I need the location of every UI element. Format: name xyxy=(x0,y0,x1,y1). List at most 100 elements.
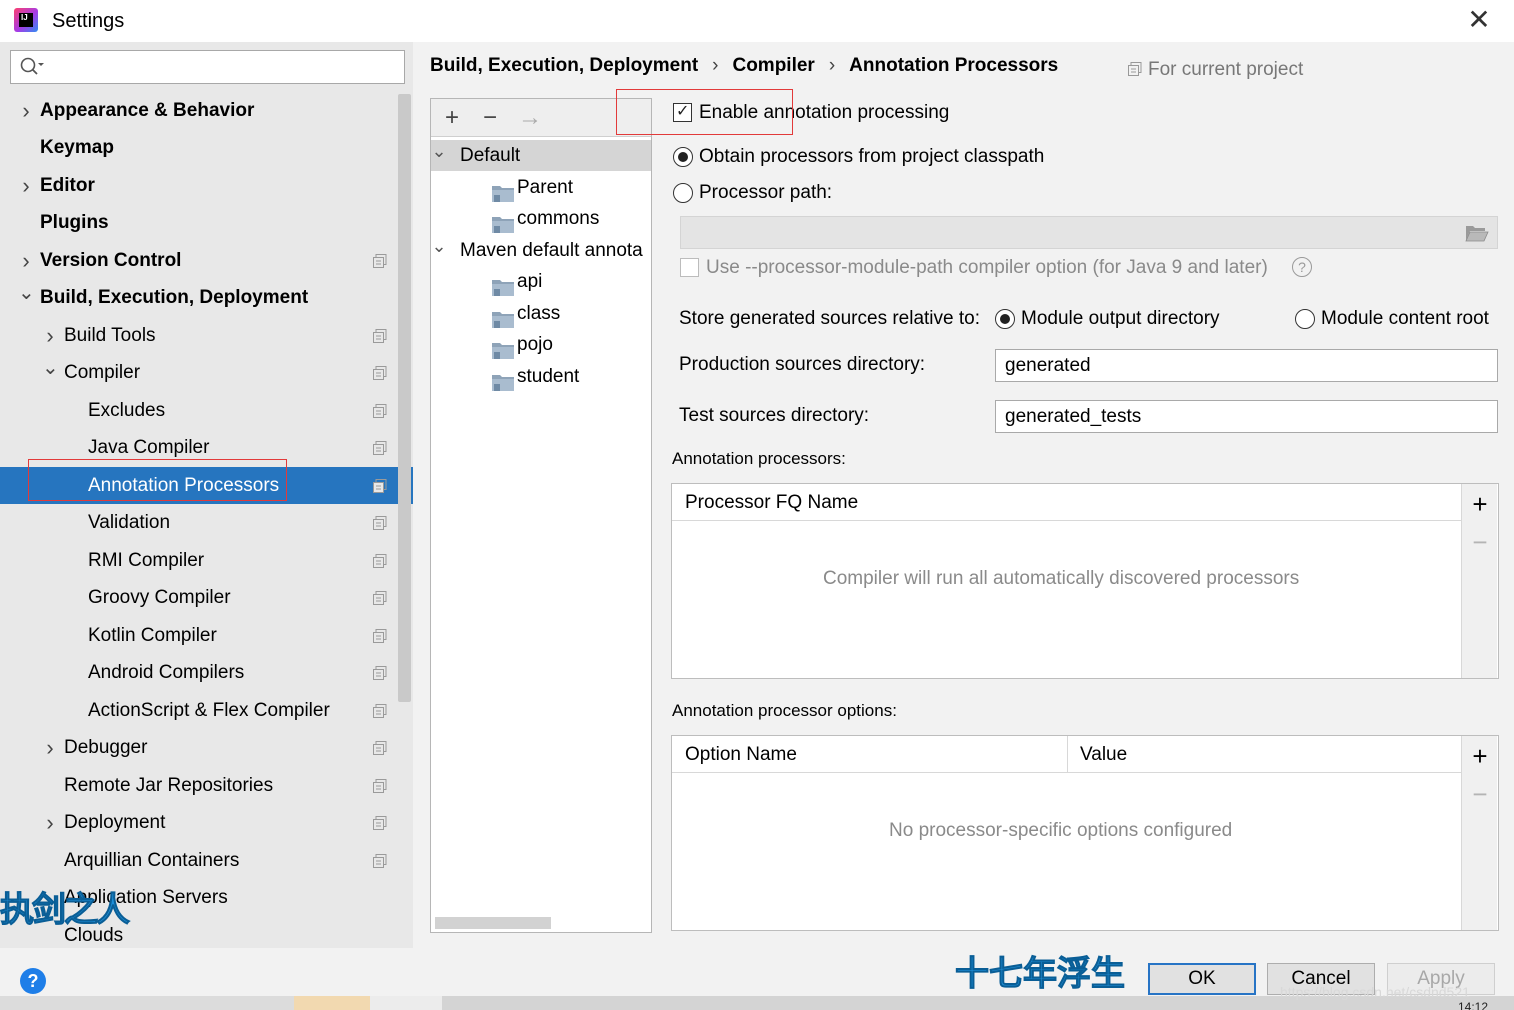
profiles-panel: + − → ⌄ Default Parent commons ⌄ Maven defaul… xyxy=(430,98,652,933)
sidebar-item-label: Android Compilers xyxy=(88,662,245,683)
remove-profile-button[interactable]: − xyxy=(475,103,505,133)
project-scope-icon xyxy=(373,329,387,343)
project-scope-icon xyxy=(373,479,387,493)
sidebar-item[interactable]: Keymap xyxy=(0,129,413,166)
test-sources-label: Test sources directory: xyxy=(679,405,870,426)
sidebar-item[interactable]: Remote Jar Repositories xyxy=(0,767,413,804)
chevron-right-icon[interactable]: › xyxy=(18,242,34,279)
profile-tree-module[interactable]: student xyxy=(431,361,651,392)
sidebar-item[interactable]: ActionScript & Flex Compiler xyxy=(0,692,413,729)
sidebar-item[interactable]: Android Compilers xyxy=(0,654,413,691)
profile-tree-module[interactable]: class xyxy=(431,298,651,329)
sidebar-item-label: Kotlin Compiler xyxy=(88,625,217,646)
breadcrumb-item[interactable]: Compiler xyxy=(732,55,814,77)
module-folder-icon xyxy=(492,212,514,233)
profile-tree-module[interactable]: pojo xyxy=(431,329,651,360)
profile-tree-module[interactable]: api xyxy=(431,266,651,297)
sidebar-item[interactable]: Excludes xyxy=(0,392,413,429)
help-icon[interactable]: ? xyxy=(1292,257,1312,277)
profile-tree-group[interactable]: ⌄ Maven default annota xyxy=(431,235,651,266)
column-header-processor-fq-name[interactable]: Processor FQ Name xyxy=(685,484,858,521)
sidebar-item[interactable]: Validation xyxy=(0,504,413,541)
production-sources-input[interactable]: generated xyxy=(995,349,1498,382)
column-header-value[interactable]: Value xyxy=(1067,736,1127,773)
column-header-option-name[interactable]: Option Name xyxy=(685,736,797,773)
profile-tree-group[interactable]: ⌄ Default xyxy=(431,140,651,171)
add-option-button[interactable]: + xyxy=(1462,741,1498,771)
sidebar-item-label: Validation xyxy=(88,512,171,533)
sidebar-item[interactable]: › Editor xyxy=(0,167,413,204)
chevron-right-icon[interactable]: › xyxy=(42,804,58,841)
highlight-box-annotation-processors xyxy=(28,459,287,501)
sidebar-item[interactable]: ⌄ Build, Execution, Deployment xyxy=(0,279,413,316)
chevron-down-icon[interactable]: ⌄ xyxy=(431,235,447,257)
sidebar-item-label: RMI Compiler xyxy=(88,550,205,571)
module-output-directory-radio[interactable] xyxy=(995,309,1015,329)
watermark-url: https://blog.csdn.net/csdnd521 xyxy=(1280,984,1470,1000)
chevron-right-icon[interactable]: › xyxy=(42,729,58,766)
window-title: Settings xyxy=(52,10,125,32)
sidebar-item[interactable]: Arquillian Containers xyxy=(0,842,413,879)
obtain-from-classpath-radio[interactable] xyxy=(673,147,693,167)
chevron-right-icon[interactable]: › xyxy=(42,317,58,354)
sidebar-item-label: Plugins xyxy=(40,212,109,233)
module-output-directory-label: Module output directory xyxy=(1021,308,1220,329)
sidebar-item[interactable]: Plugins xyxy=(0,204,413,241)
chevron-right-icon[interactable]: › xyxy=(18,92,34,129)
project-scope-icon xyxy=(373,666,387,680)
tree-horizontal-scrollbar[interactable] xyxy=(435,917,551,929)
sidebar-item[interactable]: Kotlin Compiler xyxy=(0,617,413,654)
remove-option-button[interactable]: − xyxy=(1462,779,1498,809)
processor-options-title: Annotation processor options: xyxy=(672,701,897,720)
sidebar-item[interactable]: › Version Control xyxy=(0,242,413,279)
sidebar-item[interactable]: › Appearance & Behavior xyxy=(0,92,413,129)
sidebar-item[interactable]: › Build Tools xyxy=(0,317,413,354)
move-to-profile-button[interactable]: → xyxy=(515,103,545,133)
sidebar-item-label: Appearance & Behavior xyxy=(40,100,255,121)
module-folder-icon xyxy=(492,338,514,359)
project-scope-icon xyxy=(373,591,387,605)
remove-processor-button[interactable]: − xyxy=(1462,527,1498,557)
chevron-right-icon[interactable]: › xyxy=(18,167,34,204)
project-scope-icon xyxy=(373,554,387,568)
chevron-down-icon[interactable]: ⌄ xyxy=(18,279,35,307)
sidebar-item-label: ActionScript & Flex Compiler xyxy=(88,700,330,721)
folder-open-icon[interactable] xyxy=(1465,224,1489,242)
processors-empty-text: Compiler will run all automatically disc… xyxy=(823,568,1300,589)
scope-hint-label: For current project xyxy=(1148,59,1304,80)
chevron-down-icon[interactable]: ⌄ xyxy=(42,354,59,382)
help-button[interactable]: ? xyxy=(20,968,46,994)
sidebar-item[interactable]: › Debugger xyxy=(0,729,413,766)
taskbar-item[interactable] xyxy=(370,996,442,1010)
processor-path-input[interactable] xyxy=(680,216,1498,249)
sidebar-item-label: Keymap xyxy=(40,137,114,158)
radio-dot xyxy=(677,151,688,162)
processor-module-path-checkbox[interactable] xyxy=(680,258,699,277)
add-processor-button[interactable]: + xyxy=(1462,489,1498,519)
chevron-down-icon[interactable]: ⌄ xyxy=(431,140,447,162)
sidebar-item-label: Groovy Compiler xyxy=(88,587,231,608)
sidebar-item[interactable]: Groovy Compiler xyxy=(0,579,413,616)
project-scope-icon xyxy=(373,629,387,643)
add-profile-button[interactable]: + xyxy=(437,103,467,133)
profile-tree-module[interactable]: commons xyxy=(431,203,651,234)
production-sources-label: Production sources directory: xyxy=(679,354,926,375)
sidebar-item[interactable]: RMI Compiler xyxy=(0,542,413,579)
breadcrumb-item: Annotation Processors xyxy=(849,55,1059,76)
test-sources-input[interactable]: generated_tests xyxy=(995,400,1498,433)
module-content-root-radio[interactable] xyxy=(1295,309,1315,329)
breadcrumb-item[interactable]: Build, Execution, Deployment xyxy=(430,55,698,77)
sidebar-item[interactable]: › Deployment xyxy=(0,804,413,841)
profile-tree-module[interactable]: Parent xyxy=(431,172,651,203)
search-input[interactable] xyxy=(10,50,405,84)
project-scope-icon xyxy=(373,404,387,418)
ok-button[interactable]: OK xyxy=(1148,963,1256,995)
processor-path-label: Processor path: xyxy=(699,182,833,203)
profile-tree-label: Default xyxy=(460,145,521,166)
taskbar-item[interactable] xyxy=(294,996,370,1010)
processor-options-table: Option Name Value No processor-specific … xyxy=(671,735,1499,931)
processor-path-radio[interactable] xyxy=(673,183,693,203)
sidebar-scrollbar[interactable] xyxy=(398,94,411,702)
close-button[interactable]: ✕ xyxy=(1462,4,1496,38)
sidebar-item[interactable]: ⌄ Compiler xyxy=(0,354,413,391)
